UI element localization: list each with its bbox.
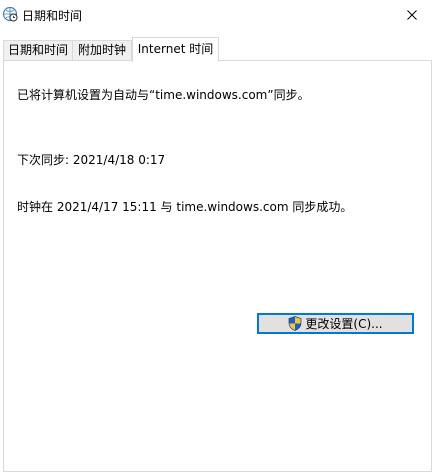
close-icon bbox=[407, 10, 417, 20]
sync-config-text: 已将计算机设置为自动与“time.windows.com”同步。 bbox=[17, 88, 310, 102]
date-time-window: 日期和时间 日期和时间 附加时钟 Internet 时间 已将计算机设置为自动与… bbox=[0, 0, 435, 475]
uac-shield-icon bbox=[289, 316, 302, 331]
next-sync-text: 下次同步: 2021/4/18 0:17 bbox=[17, 153, 166, 167]
tab-additional-clocks[interactable]: 附加时钟 bbox=[72, 40, 132, 60]
window-title: 日期和时间 bbox=[22, 9, 83, 23]
clock-globe-icon bbox=[2, 6, 18, 22]
close-button[interactable] bbox=[389, 0, 435, 30]
tab-internet-time[interactable]: Internet 时间 bbox=[132, 37, 219, 62]
last-sync-text: 时钟在 2021/4/17 15:11 与 time.windows.com 同… bbox=[17, 200, 353, 214]
tab-strip: 日期和时间 附加时钟 Internet 时间 bbox=[0, 37, 435, 62]
title-bar[interactable]: 日期和时间 bbox=[0, 0, 435, 30]
tab-date-time[interactable]: 日期和时间 bbox=[3, 40, 73, 60]
change-settings-label: 更改设置(C)... bbox=[305, 317, 383, 331]
internet-time-panel: 已将计算机设置为自动与“time.windows.com”同步。 下次同步: 2… bbox=[3, 60, 432, 472]
change-settings-button[interactable]: 更改设置(C)... bbox=[257, 313, 414, 334]
